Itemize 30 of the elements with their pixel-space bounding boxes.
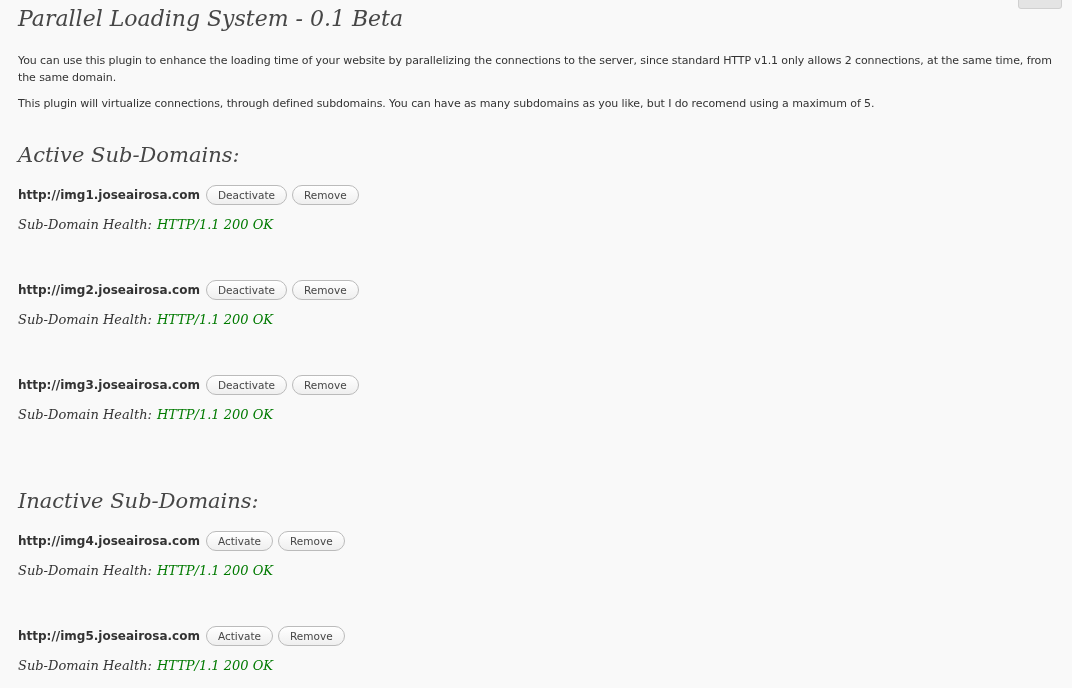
health-label: Sub-Domain Health: [18,407,152,422]
health-label: Sub-Domain Health: [18,217,152,232]
subdomain-url: http://img1.joseairosa.com [18,188,200,202]
action-button[interactable]: Activate [205,626,273,646]
subdomain-url: http://img3.joseairosa.com [18,378,200,392]
description-text: You can use this plugin to enhance the loading time of your website by parallelizing the connections to the server, since standard HTTP v1.1 only allows 2 connections, at the same time, from the same domain. [18,53,1053,86]
section-heading: Inactive Sub-Domains: [18,488,260,515]
health-label: Sub-Domain Health: [18,563,152,578]
action-button[interactable]: Remove [292,185,359,205]
health-label: Sub-Domain Health: [18,658,152,673]
action-button[interactable]: Remove [278,626,345,646]
action-button[interactable]: Deactivate [205,280,287,300]
action-button[interactable]: Remove [292,280,359,300]
description-text: This plugin will virtualize connections, through defined subdomains. You can have as many subdomains as you like, but I do recomend using a maximum of 5. [18,96,876,112]
subdomain-url: http://img4.joseairosa.com [18,534,200,548]
subdomain-url: http://img5.joseairosa.com [18,629,200,643]
section-heading: Active Sub-Domains: [18,142,241,169]
health-status: HTTP/1.1 200 OK [156,563,274,578]
action-button[interactable]: Deactivate [205,375,287,395]
action-button[interactable]: Activate [205,531,273,551]
health-status: HTTP/1.1 200 OK [156,217,274,232]
action-button[interactable]: Remove [278,531,345,551]
health-status: HTTP/1.1 200 OK [156,658,274,673]
health-status: HTTP/1.1 200 OK [156,312,274,327]
health-label: Sub-Domain Health: [18,312,152,327]
action-button[interactable]: Deactivate [205,185,287,205]
subdomain-url: http://img2.joseairosa.com [18,283,200,297]
page-title: Parallel Loading System - 0.1 Beta [18,5,404,33]
health-status: HTTP/1.1 200 OK [156,407,274,422]
action-button[interactable]: Remove [292,375,359,395]
